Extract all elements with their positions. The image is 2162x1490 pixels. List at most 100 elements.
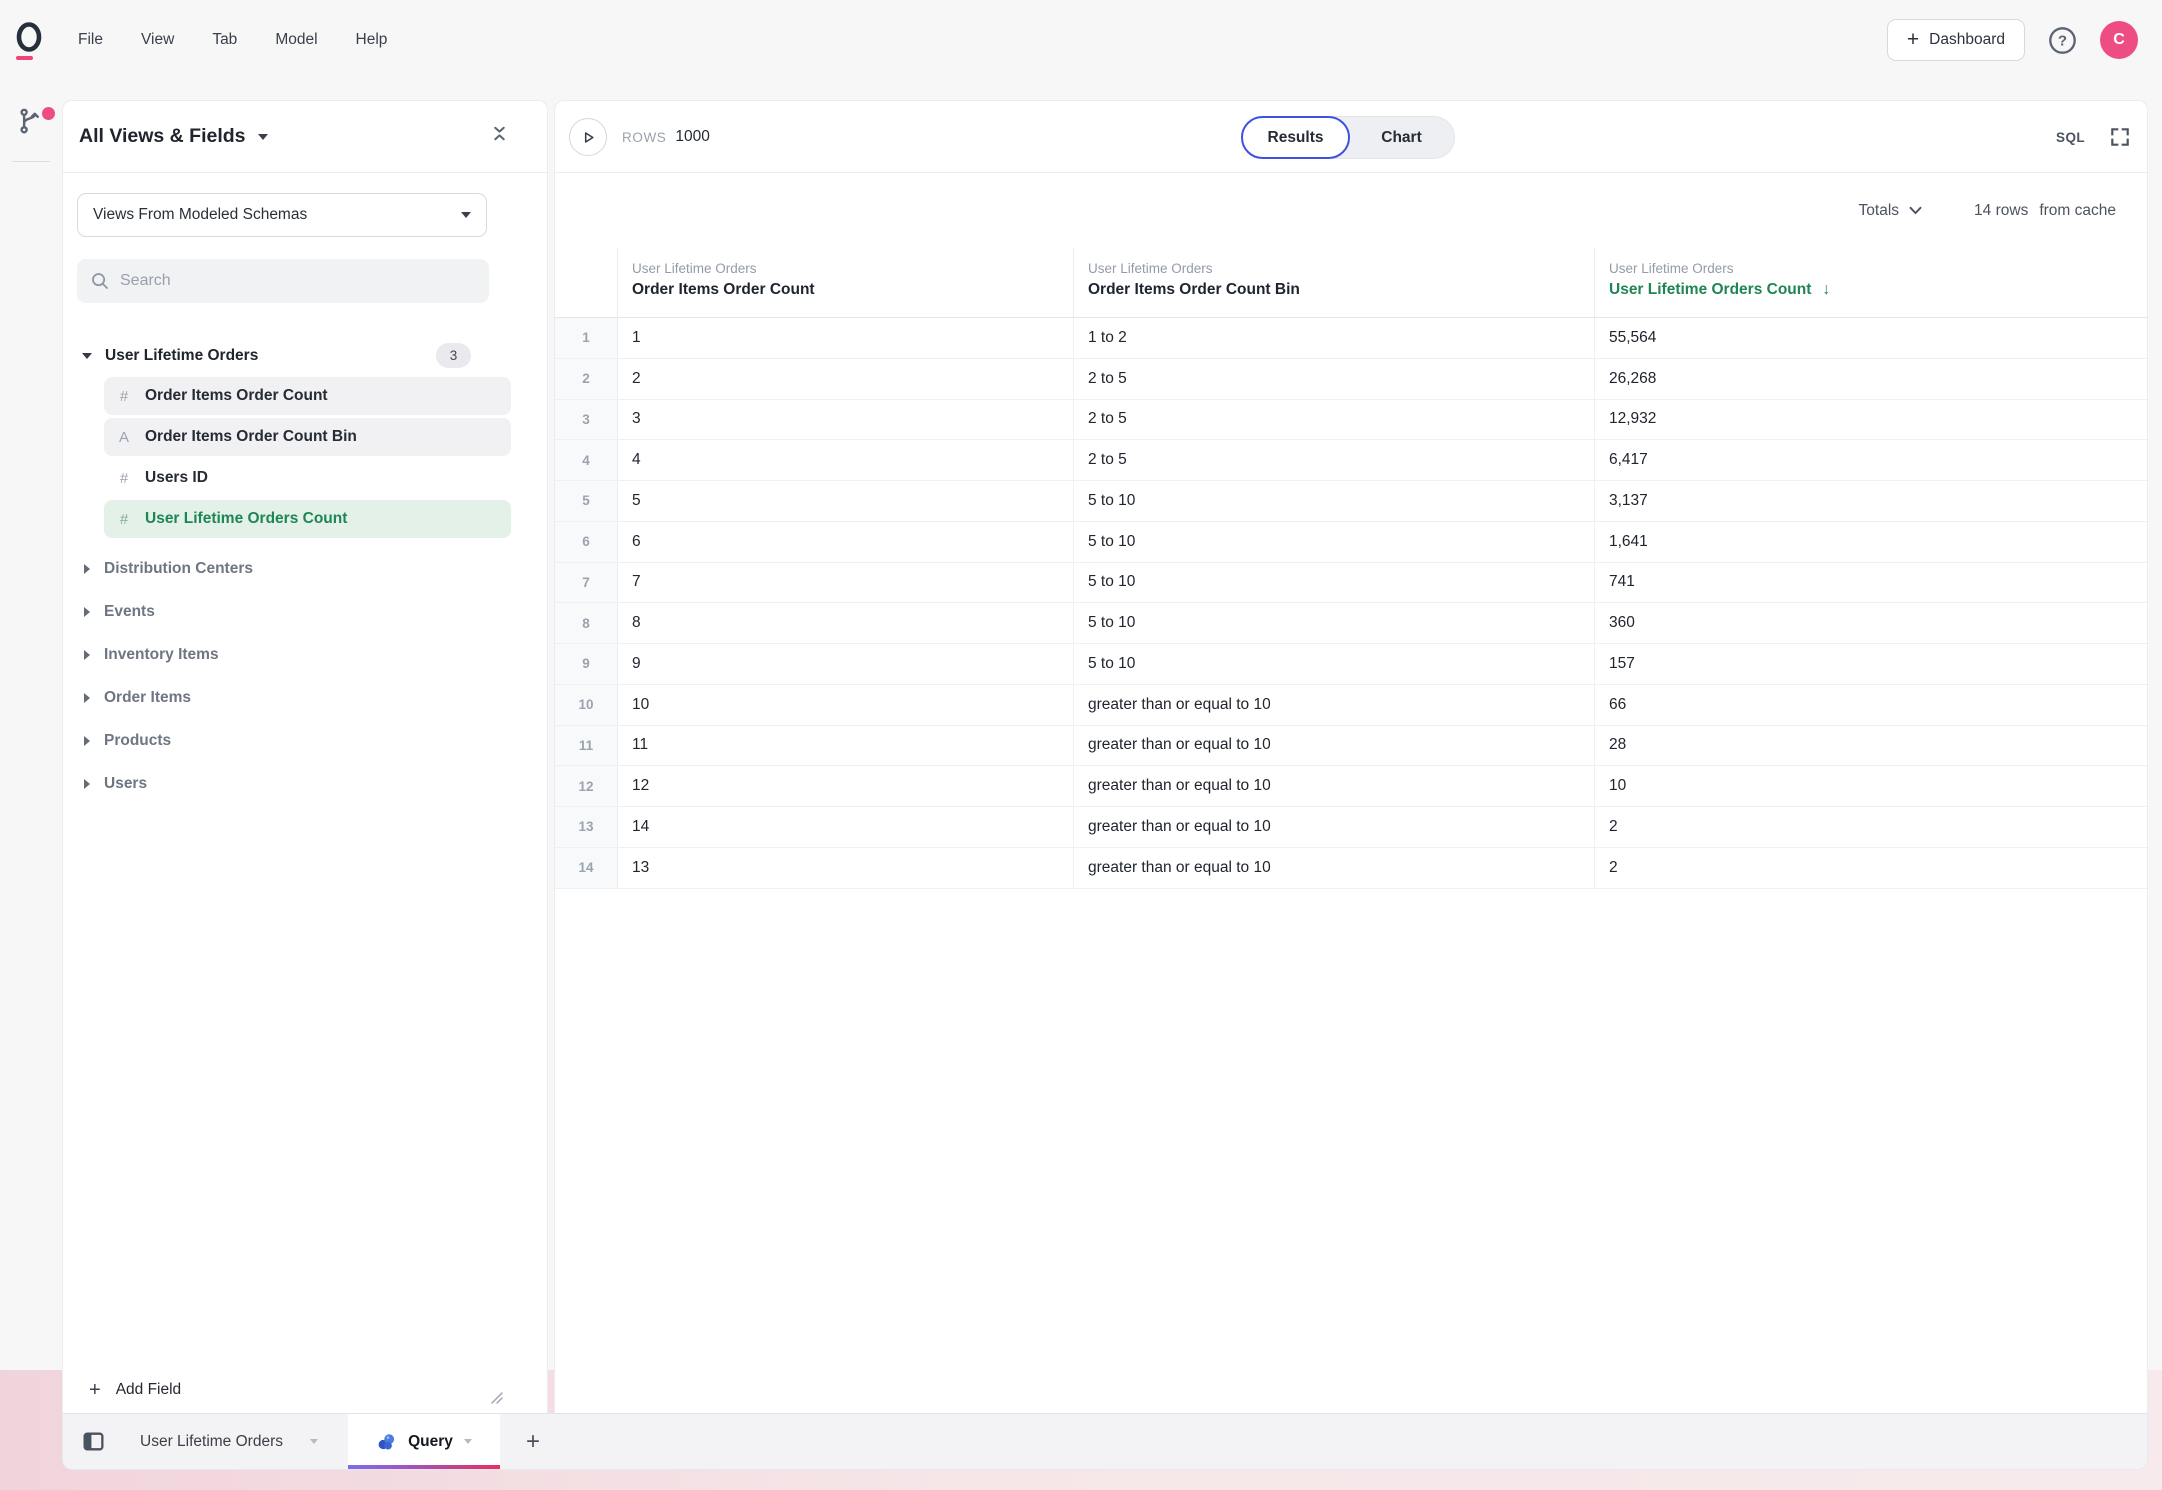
cell-order-count-bin[interactable]: 5 to 10 — [1074, 522, 1595, 562]
field-search[interactable] — [77, 259, 489, 303]
cell-order-count-bin[interactable]: 5 to 10 — [1074, 603, 1595, 643]
fullscreen-icon[interactable] — [2109, 126, 2131, 153]
cell-order-count[interactable]: 11 — [618, 726, 1074, 766]
cell-order-count[interactable]: 14 — [618, 807, 1074, 847]
view-group-label: Distribution Centers — [104, 560, 253, 578]
cell-lifetime-orders-count[interactable]: 741 — [1595, 563, 2147, 603]
active-tab-gradient-underline — [348, 1465, 500, 1469]
view-group-collapsed[interactable]: Distribution Centers — [63, 547, 547, 590]
branch-icon[interactable] — [16, 106, 46, 141]
row-number-header — [555, 248, 618, 317]
table-row: 8 8 5 to 10 360 — [555, 603, 2147, 644]
results-chart-switch: Results Chart — [1241, 116, 1455, 159]
row-limit[interactable]: ROWS 1000 — [622, 101, 710, 173]
cell-lifetime-orders-count[interactable]: 3,137 — [1595, 481, 2147, 521]
tab-chart[interactable]: Chart — [1349, 117, 1454, 158]
cell-lifetime-orders-count[interactable]: 28 — [1595, 726, 2147, 766]
sidebar-toggle-icon[interactable] — [81, 1429, 106, 1454]
cell-order-count-bin[interactable]: 5 to 10 — [1074, 563, 1595, 603]
field-label: Order Items Order Count — [145, 387, 328, 405]
collapsed-view-groups: Distribution Centers Events Inventory It… — [63, 547, 547, 805]
add-field-button[interactable]: + Add Field — [89, 1380, 181, 1400]
tab-user-lifetime-orders[interactable]: User Lifetime Orders — [140, 1414, 318, 1469]
cell-order-count-bin[interactable]: greater than or equal to 10 — [1074, 726, 1595, 766]
cell-order-count-bin[interactable]: greater than or equal to 10 — [1074, 766, 1595, 806]
tab-query-active[interactable]: Query — [348, 1414, 500, 1469]
tab-results[interactable]: Results — [1241, 116, 1350, 159]
menu-item[interactable]: Model — [275, 31, 317, 49]
view-group-collapsed[interactable]: Products — [63, 719, 547, 762]
cell-lifetime-orders-count[interactable]: 2 — [1595, 848, 2147, 888]
new-dashboard-button[interactable]: + Dashboard — [1887, 19, 2025, 61]
view-group-collapsed[interactable]: Users — [63, 762, 547, 805]
cell-order-count-bin[interactable]: 2 to 5 — [1074, 440, 1595, 480]
cell-lifetime-orders-count[interactable]: 66 — [1595, 685, 2147, 725]
help-icon[interactable]: ? — [2047, 25, 2078, 56]
cell-lifetime-orders-count[interactable]: 2 — [1595, 807, 2147, 847]
cell-order-count[interactable]: 8 — [618, 603, 1074, 643]
add-tab-button[interactable]: + — [526, 1430, 540, 1454]
avatar[interactable]: C — [2100, 21, 2138, 59]
topbar-right: + Dashboard ? C — [1887, 19, 2138, 61]
cell-order-count[interactable]: 6 — [618, 522, 1074, 562]
column-header-user-lifetime-orders-count[interactable]: User Lifetime Orders User Lifetime Order… — [1595, 248, 2147, 317]
sql-button[interactable]: SQL — [2056, 101, 2085, 173]
cell-order-count[interactable]: 13 — [618, 848, 1074, 888]
rail-divider — [12, 161, 50, 162]
cell-order-count[interactable]: 5 — [618, 481, 1074, 521]
table-row: 3 3 2 to 5 12,932 — [555, 400, 2147, 441]
cell-order-count[interactable]: 2 — [618, 359, 1074, 399]
cell-lifetime-orders-count[interactable]: 55,564 — [1595, 318, 2147, 358]
cell-lifetime-orders-count[interactable]: 26,268 — [1595, 359, 2147, 399]
cell-order-count[interactable]: 9 — [618, 644, 1074, 684]
field-item[interactable]: # Users ID — [104, 459, 511, 497]
field-item[interactable]: # Order Items Order Count — [104, 377, 511, 415]
sort-desc-icon[interactable]: ↓ — [1822, 281, 1830, 299]
cell-order-count[interactable]: 3 — [618, 400, 1074, 440]
view-group-collapsed[interactable]: Order Items — [63, 676, 547, 719]
cell-order-count[interactable]: 10 — [618, 685, 1074, 725]
cell-order-count[interactable]: 7 — [618, 563, 1074, 603]
schema-source-select[interactable]: Views From Modeled Schemas — [77, 193, 487, 237]
field-item[interactable]: # User Lifetime Orders Count — [104, 500, 511, 538]
chevron-down-icon — [1909, 206, 1922, 215]
cell-order-count-bin[interactable]: 2 to 5 — [1074, 400, 1595, 440]
run-query-button[interactable] — [569, 118, 607, 156]
menu-item[interactable]: File — [78, 31, 103, 49]
column-header-order-items-order-count[interactable]: User Lifetime Orders Order Items Order C… — [618, 248, 1074, 317]
cell-order-count[interactable]: 4 — [618, 440, 1074, 480]
cell-order-count[interactable]: 12 — [618, 766, 1074, 806]
view-group-user-lifetime-orders[interactable]: User Lifetime Orders 3 — [63, 341, 547, 371]
results-status-row: Totals 14 rows from cache — [555, 173, 2147, 248]
cell-order-count-bin[interactable]: 5 to 10 — [1074, 644, 1595, 684]
sidebar-header[interactable]: All Views & Fields — [63, 101, 547, 173]
omni-logo-icon[interactable] — [12, 18, 46, 62]
column-field-name: Order Items Order Count Bin — [1088, 281, 1300, 299]
cell-order-count-bin[interactable]: 5 to 10 — [1074, 481, 1595, 521]
cell-lifetime-orders-count[interactable]: 6,417 — [1595, 440, 2147, 480]
search-input[interactable] — [120, 272, 450, 290]
resize-handle[interactable] — [488, 1389, 504, 1410]
column-header-order-items-order-count-bin[interactable]: User Lifetime Orders Order Items Order C… — [1074, 248, 1595, 317]
view-group-collapsed[interactable]: Inventory Items — [63, 633, 547, 676]
totals-dropdown[interactable]: Totals — [1859, 202, 1923, 220]
cell-order-count[interactable]: 1 — [618, 318, 1074, 358]
cell-lifetime-orders-count[interactable]: 10 — [1595, 766, 2147, 806]
collapse-all-icon[interactable] — [491, 125, 508, 147]
cell-order-count-bin[interactable]: greater than or equal to 10 — [1074, 848, 1595, 888]
view-group-collapsed[interactable]: Events — [63, 590, 547, 633]
cell-order-count-bin[interactable]: greater than or equal to 10 — [1074, 807, 1595, 847]
cell-lifetime-orders-count[interactable]: 360 — [1595, 603, 2147, 643]
cell-lifetime-orders-count[interactable]: 1,641 — [1595, 522, 2147, 562]
cell-lifetime-orders-count[interactable]: 12,932 — [1595, 400, 2147, 440]
menu-item[interactable]: View — [141, 31, 174, 49]
cell-order-count-bin[interactable]: 1 to 2 — [1074, 318, 1595, 358]
row-number: 13 — [555, 807, 618, 847]
cell-order-count-bin[interactable]: greater than or equal to 10 — [1074, 685, 1595, 725]
menu-item[interactable]: Help — [356, 31, 388, 49]
menu-item[interactable]: Tab — [212, 31, 237, 49]
cell-order-count-bin[interactable]: 2 to 5 — [1074, 359, 1595, 399]
table-row: 13 14 greater than or equal to 10 2 — [555, 807, 2147, 848]
cell-lifetime-orders-count[interactable]: 157 — [1595, 644, 2147, 684]
field-item[interactable]: A Order Items Order Count Bin — [104, 418, 511, 456]
